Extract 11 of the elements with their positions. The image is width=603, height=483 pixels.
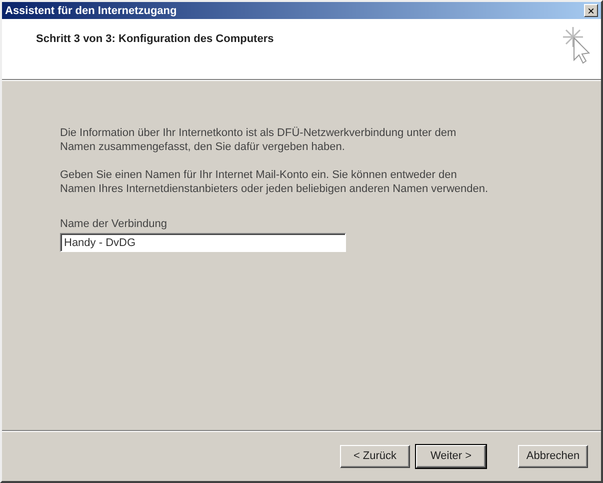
instruction-text: Geben Sie einen Namen für Ihr Internet Mail-Konto ein. Sie können entweder den Namen Ihres Internetdienstanbieters oder jeden beliebigen anderen Namen verwenden. xyxy=(60,168,490,196)
close-button[interactable]: × xyxy=(584,4,598,17)
cancel-button[interactable]: Abbrechen xyxy=(518,444,588,468)
step-title: Schritt 3 von 3: Konfiguration des Computers xyxy=(36,33,274,47)
field-label: Name der Verbindung xyxy=(60,218,168,230)
back-button[interactable]: < Zurück xyxy=(340,444,410,468)
next-button[interactable]: Weiter > xyxy=(416,444,486,468)
window-title: Assistent für den Internetzugang xyxy=(5,4,177,16)
instruction-text: Die Information über Ihr Internetkonto ist als DFÜ-Netzwerkverbindung unter dem Namen zusammengefasst, den Sie dafür vergeben haben. xyxy=(60,126,458,154)
connection-name-field[interactable]: Handy - DvDG xyxy=(60,233,346,252)
sparkle-cursor-icon xyxy=(561,25,591,65)
